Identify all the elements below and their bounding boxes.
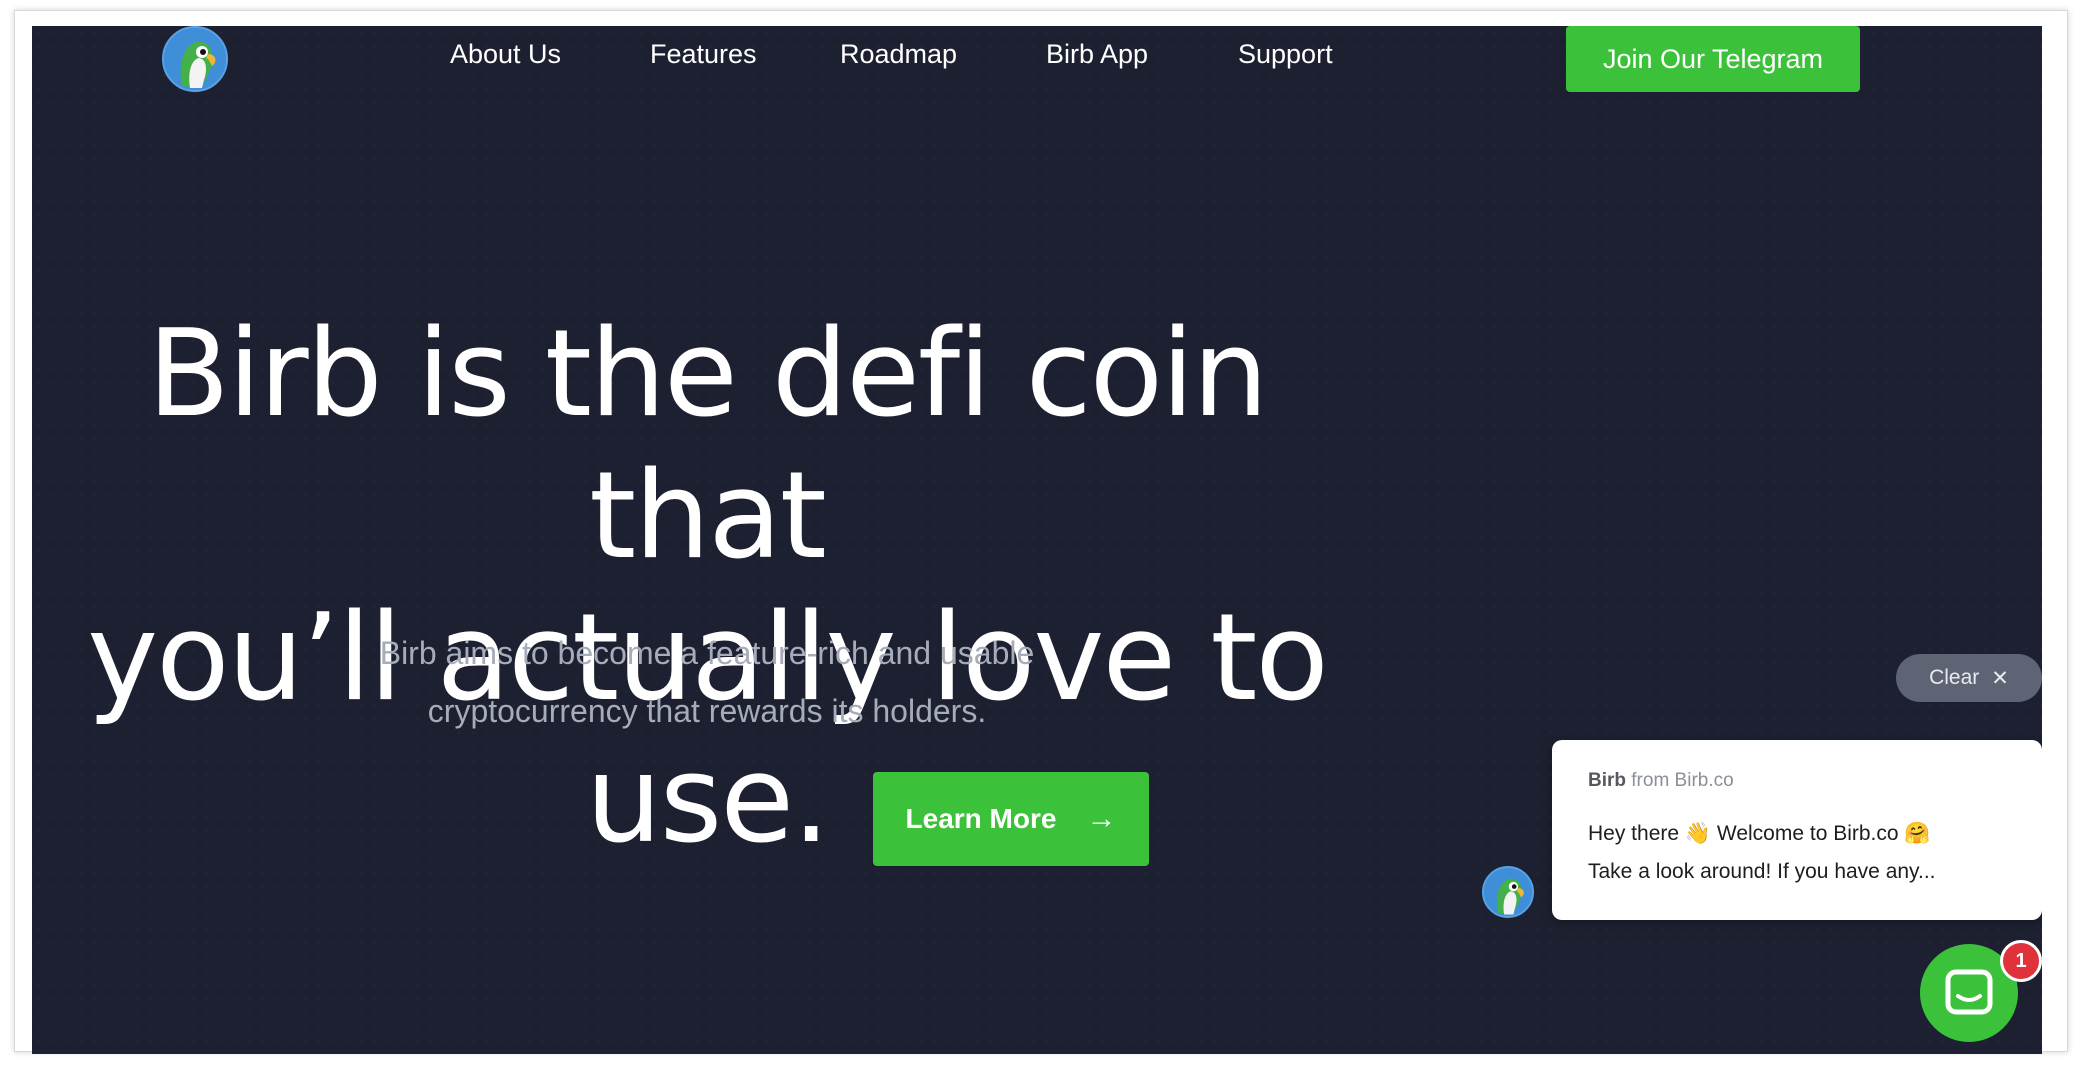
learn-more-label: Learn More <box>905 803 1057 834</box>
hugging-face-icon: 🤗 <box>1904 822 1931 845</box>
landing-page: About Us Features Roadmap Birb App Suppo… <box>32 26 2042 1054</box>
nav-roadmap[interactable]: Roadmap <box>840 39 957 70</box>
clear-chat-button[interactable]: Clear ✕ <box>1896 654 2042 702</box>
chat-message-line1: Hey there 👋 Welcome to Birb.co 🤗 <box>1588 822 1931 846</box>
join-telegram-label: Join Our Telegram <box>1602 43 1824 74</box>
arrow-right-icon: → <box>1086 802 1117 835</box>
parrot-logo-icon[interactable] <box>162 26 228 92</box>
close-icon: ✕ <box>1991 666 2009 690</box>
hero-subtitle: Birb aims to become a feature-rich and u… <box>32 624 1382 740</box>
nav-features[interactable]: Features <box>650 39 757 70</box>
chat-sender-name: Birb <box>1588 770 1626 791</box>
nav-birb-app[interactable]: Birb App <box>1046 39 1148 70</box>
chat-sender-from: from Birb.co <box>1631 770 1734 791</box>
chat-message-line2: Take a look around! If you have any... <box>1588 860 1936 883</box>
learn-more-button[interactable]: Learn More → <box>873 772 1149 866</box>
unread-count-badge: 1 <box>2000 940 2042 982</box>
clear-chat-label: Clear <box>1929 666 1980 689</box>
hero-subtitle-line1: Birb aims to become a feature-rich and u… <box>379 635 1035 671</box>
chat-message-card[interactable]: Birb from Birb.co Hey there 👋 Welcome to… <box>1552 740 2042 920</box>
hero-subtitle-line2: cryptocurrency that rewards its holders. <box>427 693 987 729</box>
join-telegram-button[interactable]: Join Our Telegram <box>1566 26 1860 92</box>
chat-greeting: Hey there <box>1588 822 1680 845</box>
chat-avatar-icon <box>1482 866 1534 918</box>
chat-sender: Birb from Birb.co <box>1588 770 1734 792</box>
nav-about-us[interactable]: About Us <box>450 39 561 70</box>
waving-hand-icon: 👋 <box>1684 822 1712 845</box>
hero-title: Birb is the defi coin that you’ll actual… <box>32 304 1382 872</box>
nav-support[interactable]: Support <box>1238 39 1333 70</box>
hero-title-line1: Birb is the defi coin that <box>147 305 1269 586</box>
chat-welcome: Welcome to Birb.co <box>1716 822 1899 845</box>
